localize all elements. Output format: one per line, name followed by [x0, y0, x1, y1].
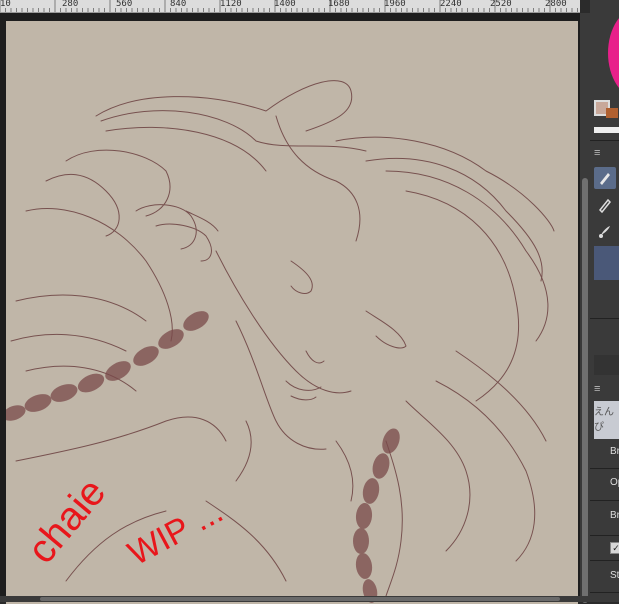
ruler-label: 2520 [490, 0, 512, 9]
annotation-name: chaie [19, 470, 114, 572]
ruler-label: 1680 [328, 0, 350, 9]
option-checkbox[interactable]: ✓ [610, 542, 619, 554]
ruler-label: 1960 [384, 0, 406, 9]
vertical-scroll-thumb[interactable] [582, 178, 588, 603]
lineart-sketch: chaie WIP ... [6, 80, 555, 603]
panel-divider [590, 535, 619, 536]
panel-block [594, 355, 619, 375]
vertical-scrollbar[interactable] [580, 13, 590, 603]
panel-divider [590, 468, 619, 469]
panel-divider [590, 318, 619, 319]
selected-tool-highlight [594, 246, 619, 280]
brush-density-label: Br [610, 510, 619, 521]
panel-divider [590, 140, 619, 141]
sub-tool-name[interactable]: えんぴ [594, 401, 619, 439]
panel-divider [590, 592, 619, 593]
pen-tool-icon[interactable] [594, 167, 616, 189]
panel-divider [590, 500, 619, 501]
ruler-label: 560 [116, 0, 133, 9]
horizontal-scroll-thumb[interactable] [40, 597, 560, 601]
sub-color-swatch[interactable] [606, 108, 618, 118]
ruler-label: 840 [170, 0, 187, 9]
brush-tool-icon[interactable] [594, 220, 616, 242]
color-mode-toggle[interactable] [594, 127, 619, 133]
ruler-label: 2800 [545, 0, 567, 9]
ruler-label: 10 [0, 0, 11, 9]
ruler-label: 1400 [274, 0, 296, 9]
drawing-canvas[interactable]: chaie WIP ... [6, 21, 578, 604]
ruler-label: 280 [62, 0, 79, 9]
panel-divider [590, 560, 619, 561]
side-panel: ≡ ≡ えんぴ Br Op Br ✓ St [590, 0, 619, 602]
stabilization-label: St [610, 570, 619, 581]
ruler-label: 1120 [220, 0, 242, 9]
horizontal-scrollbar[interactable] [0, 596, 590, 602]
ruler-label: 2240 [440, 0, 462, 9]
property-panel-menu-icon[interactable]: ≡ [594, 383, 606, 395]
brush-size-label: Br [610, 446, 619, 457]
tool-panel-menu-icon[interactable]: ≡ [594, 147, 606, 159]
horizontal-ruler: 10 280 560 840 1120 1400 1680 1960 2240 … [0, 0, 580, 13]
opacity-label: Op [610, 477, 619, 488]
canvas-viewport[interactable]: chaie WIP ... [0, 13, 580, 604]
annotation-status: WIP ... [122, 492, 229, 573]
color-wheel[interactable] [608, 8, 619, 98]
pencil-tool-icon[interactable] [594, 194, 616, 216]
